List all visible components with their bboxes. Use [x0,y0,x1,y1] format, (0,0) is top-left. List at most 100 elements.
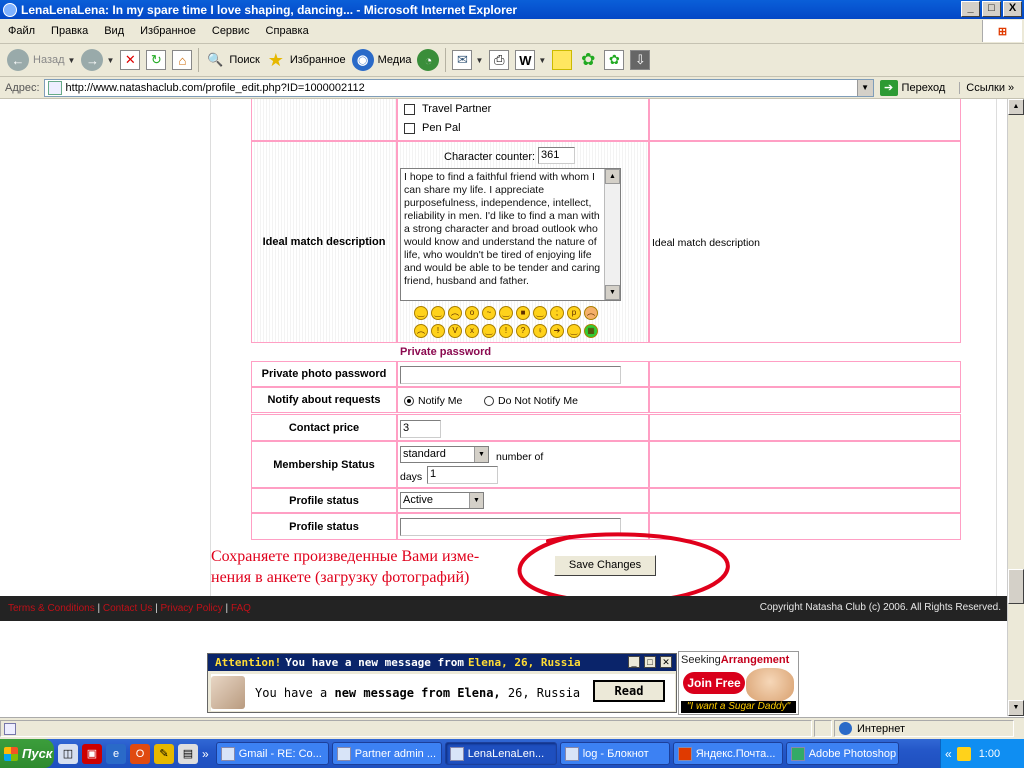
scroll-thumb[interactable] [1008,569,1024,604]
icq2-button[interactable]: ✿ [601,46,627,74]
notify-me-option[interactable]: Notify Me [404,395,462,407]
notify-me-radio[interactable] [404,396,414,407]
sunglasses-icon[interactable]: ■ [516,306,530,320]
address-input[interactable]: http://www.natashaclub.com/profile_edit.… [43,78,874,97]
download-button[interactable]: ⇩ [627,46,653,74]
menu-file[interactable]: Файл [0,25,43,37]
print-button[interactable]: ⎙ [486,46,512,74]
smiley-icon[interactable]: ‿ [499,306,513,320]
task-partner-admin[interactable]: Partner admin ... [331,742,442,765]
membership-select[interactable]: standard ▼ [400,446,489,463]
note-button[interactable] [549,46,575,74]
volume-icon[interactable] [956,746,971,761]
devil-icon[interactable]: V [448,324,462,338]
textarea-scrollbar[interactable]: ▲ ▼ [604,169,620,300]
quicklaunch-app-icon[interactable]: ▤ [178,743,198,764]
close-button[interactable]: X [1003,1,1022,17]
do-not-notify-radio[interactable] [484,396,494,407]
smiley-icon[interactable]: ! [431,324,445,338]
scroll-down-icon[interactable]: ▼ [1008,700,1024,716]
menu-favorites[interactable]: Избранное [132,25,204,37]
menu-view[interactable]: Вид [96,25,132,37]
media-button[interactable]: ◉ Медиа [349,46,415,74]
scroll-up-icon[interactable]: ▲ [1008,99,1024,115]
arrow-icon[interactable]: ➔ [550,324,564,338]
back-button[interactable]: ← Назад ▼ [4,46,78,74]
quicklaunch-more-icon[interactable]: » [202,747,209,761]
links-button[interactable]: Ссылки » [959,81,1014,94]
ad-close-icon[interactable]: ✕ [660,656,672,668]
forward-button[interactable]: → ▼ [78,46,117,74]
join-free-button[interactable]: Join Free [683,672,745,694]
contact-link[interactable]: Contact Us [103,603,152,614]
ad-maximize-icon[interactable]: □ [644,656,656,668]
pen-pal-option[interactable]: Pen Pal [404,122,461,134]
history-button[interactable]: ◔ [414,46,442,74]
task-lenalenalena[interactable]: LenaLenaLen... [444,742,557,765]
pen-pal-checkbox[interactable] [404,122,415,134]
quicklaunch-desktop-icon[interactable]: ◫ [58,743,78,764]
task-notepad[interactable]: log - Блокнот [559,742,670,765]
stop-button[interactable]: ✕ [117,46,143,74]
menu-edit[interactable]: Правка [43,25,96,37]
days-input[interactable]: 1 [427,466,498,484]
chevron-down-icon[interactable]: ▼ [856,79,873,96]
smiley-icon[interactable]: ︵ [414,324,428,338]
smiley-icon[interactable]: ‿ [567,324,581,338]
maximize-button[interactable]: □ [982,1,1001,17]
menu-help[interactable]: Справка [258,25,317,37]
privacy-link[interactable]: Privacy Policy [161,603,223,614]
message-ad-banner[interactable]: Attention! You have a new message from E… [207,653,677,713]
idea-icon[interactable]: ♀ [533,324,547,338]
seeking-arrangement-ad[interactable]: SeekingArrangement Join Free "I want a S… [678,651,799,715]
go-button[interactable]: ➔ Переход [879,79,945,96]
smiley-icon[interactable]: ‿ [533,306,547,320]
smiley-icon[interactable]: ‿ [482,324,496,338]
terms-link[interactable]: Terms & Conditions [8,603,95,614]
task-gmail[interactable]: Gmail - RE: Co... [215,742,329,765]
clock[interactable]: 1:00 [979,748,1000,760]
mail-button[interactable]: ✉ ▼ [449,46,486,74]
edit-button[interactable]: W ▼ [512,46,549,74]
quicklaunch-ie-icon[interactable]: e [106,743,126,764]
refresh-button[interactable]: ↻ [143,46,169,74]
profile-status-select[interactable]: Active ▼ [400,492,484,509]
grin-icon[interactable]: ▦ [584,324,598,338]
menu-tools[interactable]: Сервис [204,25,258,37]
quicklaunch-opera-icon[interactable]: O [130,743,150,764]
smiley-icon[interactable]: ︵ [448,306,462,320]
smiley-icon[interactable]: ︵ [584,306,598,320]
task-photoshop[interactable]: Adobe Photoshop [785,742,899,765]
scroll-down-icon[interactable]: ▼ [605,285,620,300]
smiley-icon[interactable]: ~ [482,306,496,320]
exclamation-icon[interactable]: ! [499,324,513,338]
favorites-button[interactable]: ★ Избранное [263,46,349,74]
ad-minimize-icon[interactable]: _ [628,656,640,668]
task-yandex-mail[interactable]: Яндекс.Почта... [672,742,783,765]
smiley-icon[interactable]: o [465,306,479,320]
question-icon[interactable]: ? [516,324,530,338]
search-button[interactable]: 🔍 Поиск [202,46,262,74]
smiley-icon[interactable]: p [567,306,581,320]
ideal-textarea[interactable]: I hope to find a faithful friend with wh… [400,168,621,301]
smiley-icon[interactable]: ‿ [414,306,428,320]
icq-button[interactable]: ✿ [575,46,601,74]
contact-price-input[interactable]: 3 [400,420,441,438]
read-button[interactable]: Read [593,680,665,702]
do-not-notify-option[interactable]: Do Not Notify Me [484,395,578,407]
private-password-input[interactable] [400,366,621,384]
smiley-icon[interactable]: ‿ [431,306,445,320]
quicklaunch-save-icon[interactable]: ▣ [82,743,102,764]
smiley-icon[interactable]: ; [550,306,564,320]
start-button[interactable]: Пуск [0,739,54,768]
minimize-button[interactable]: _ [961,1,980,17]
travel-partner-option[interactable]: Travel Partner [404,103,491,115]
page-scrollbar[interactable]: ▲ ▼ [1007,99,1024,716]
smiley-icon[interactable]: x [465,324,479,338]
faq-link[interactable]: FAQ [231,603,251,614]
travel-partner-checkbox[interactable] [404,103,415,115]
quicklaunch-tool-icon[interactable]: ✎ [154,743,174,764]
save-changes-button[interactable]: Save Changes [554,555,656,576]
scroll-up-icon[interactable]: ▲ [605,169,620,184]
home-button[interactable]: ⌂ [169,46,195,74]
